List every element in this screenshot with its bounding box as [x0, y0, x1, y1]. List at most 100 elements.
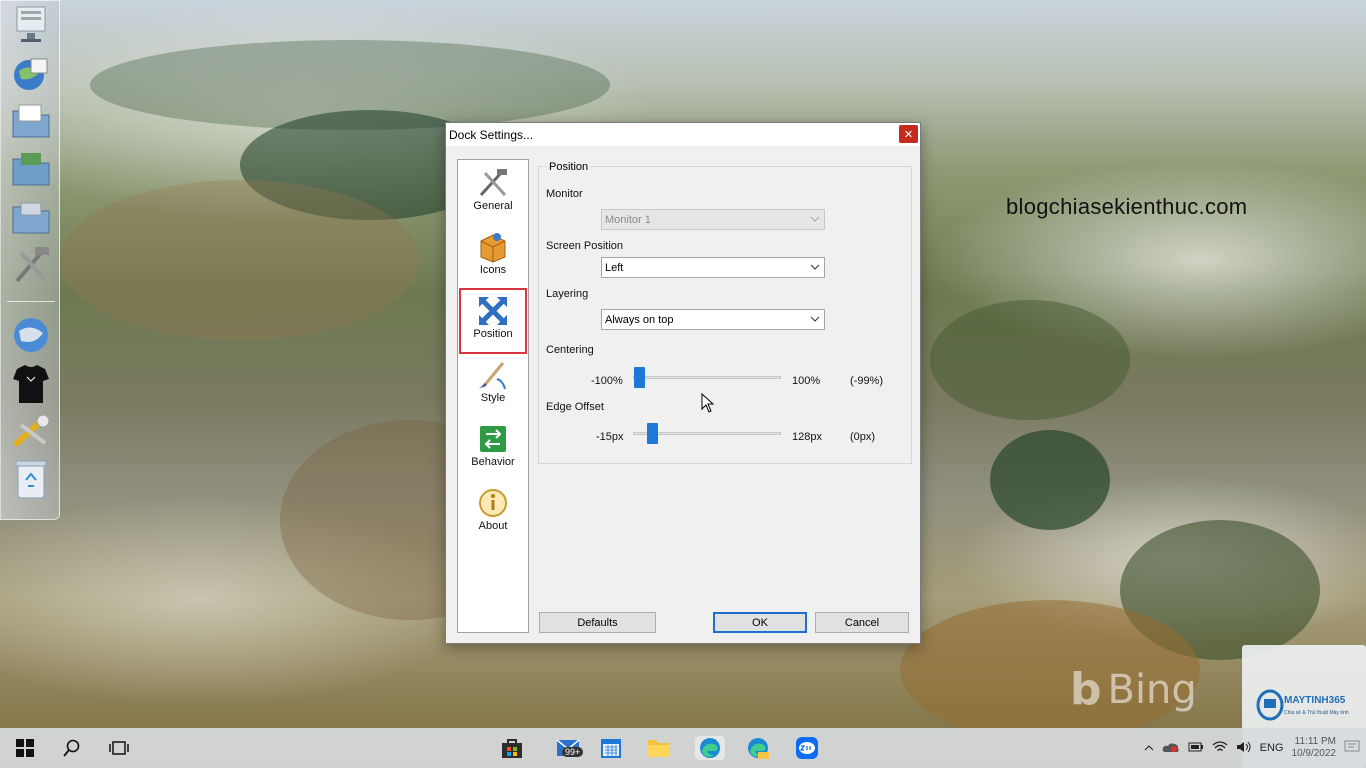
defaults-button[interactable]: Defaults — [539, 612, 656, 633]
clock-date: 10/9/2022 — [1291, 748, 1337, 759]
task-view-icon — [109, 741, 129, 755]
layering-label: Layering — [546, 288, 589, 300]
screen-position-value: Left — [605, 261, 624, 274]
dialog-titlebar[interactable]: Dock Settings... ✕ — [446, 123, 920, 146]
screen-position-label: Screen Position — [546, 240, 624, 252]
task-view-button[interactable] — [106, 736, 132, 760]
edge-offset-current: (0px) — [850, 431, 876, 443]
centering-slider-thumb[interactable] — [633, 367, 645, 388]
bing-logo: b Bing — [1070, 664, 1197, 715]
nav-label: About — [478, 520, 508, 532]
maytinh365-logo: MAYTINH365 Chia sẻ & Thủ thuật Máy tính — [1256, 689, 1349, 721]
folder-icon[interactable] — [9, 99, 53, 143]
centering-max: 100% — [792, 375, 821, 387]
bing-b-icon: b — [1070, 664, 1102, 715]
cancel-button[interactable]: Cancel — [815, 612, 909, 633]
settings-tools-icon[interactable] — [9, 409, 53, 453]
logo-brand-text: MAYTINH365 — [1284, 695, 1346, 706]
edge-canary-button[interactable] — [745, 736, 771, 760]
zalo-button[interactable] — [794, 736, 820, 760]
computer-icon[interactable] — [9, 3, 53, 47]
edge-offset-max: 128px — [792, 431, 822, 443]
dock-separator — [7, 301, 55, 302]
edge-offset-min: -15px — [596, 431, 624, 443]
clock[interactable]: 11:11 PM 10/9/2022 — [1292, 736, 1337, 760]
edge-canary-icon — [748, 738, 769, 759]
zalo-icon — [796, 737, 818, 759]
wifi-icon[interactable] — [1212, 740, 1228, 756]
chevron-up-icon[interactable] — [1144, 742, 1154, 754]
tshirt-icon[interactable] — [9, 361, 53, 405]
store-button[interactable] — [499, 736, 525, 760]
network-globe-icon[interactable] — [9, 51, 53, 95]
clock-time: 11:11 PM — [1294, 736, 1336, 747]
taskbar: 99+ ENG 11:11 PM 10/9/2022 — [0, 728, 1366, 768]
centering-current: (-99%) — [850, 375, 884, 387]
edge-icon — [700, 738, 720, 758]
close-button[interactable]: ✕ — [899, 125, 918, 143]
info-icon — [477, 486, 509, 520]
nav-item-icons[interactable]: Icons — [461, 226, 525, 288]
nav-item-behavior[interactable]: Behavior — [461, 418, 525, 480]
layering-select[interactable]: Always on top — [601, 309, 825, 330]
monitor-label: Monitor — [546, 188, 583, 200]
bing-wordmark: Bing — [1107, 666, 1197, 713]
nav-label: Icons — [479, 264, 507, 276]
group-title: Position — [546, 161, 592, 173]
box-icon — [477, 230, 509, 264]
nav-item-about[interactable]: About — [461, 482, 525, 544]
centering-label: Centering — [546, 344, 594, 356]
chevron-down-icon — [809, 213, 821, 225]
centering-slider-track[interactable] — [633, 376, 781, 379]
monitor-select[interactable]: Monitor 1 — [601, 209, 825, 230]
search-icon — [63, 739, 80, 757]
notification-icon[interactable] — [1344, 740, 1360, 757]
monitor-value: Monitor 1 — [605, 213, 651, 226]
ok-button[interactable]: OK — [713, 612, 807, 633]
dialog-title: Dock Settings... — [449, 127, 534, 142]
edge-offset-slider-thumb[interactable] — [647, 423, 659, 444]
onedrive-icon[interactable] — [1162, 741, 1180, 756]
edge-offset-label: Edge Offset — [546, 401, 604, 413]
language-indicator[interactable]: ENG — [1260, 742, 1284, 754]
calendar-button[interactable] — [598, 736, 624, 760]
file-explorer-button[interactable] — [646, 736, 672, 760]
search-button[interactable] — [59, 736, 85, 760]
edge-button[interactable] — [695, 736, 725, 760]
nav-item-style[interactable]: Style — [461, 354, 525, 416]
nav-label: Behavior — [471, 456, 515, 468]
start-button[interactable] — [12, 736, 38, 760]
chevron-down-icon — [809, 313, 821, 325]
dock-settings-dialog: Dock Settings... ✕ General Icons Positio… — [445, 122, 921, 644]
chevron-down-icon — [809, 261, 821, 273]
calendar-icon — [601, 739, 621, 758]
tools-icon[interactable] — [9, 243, 53, 287]
nav-label: Position — [473, 328, 513, 340]
dock — [0, 0, 60, 520]
nav-label: General — [473, 200, 513, 212]
nav-item-position[interactable]: Position — [459, 288, 527, 354]
volume-icon[interactable] — [1236, 741, 1252, 756]
windows-icon — [16, 739, 34, 757]
nav-label: Style — [480, 392, 506, 404]
mail-badge: 99+ — [562, 747, 584, 757]
battery-icon[interactable] — [1188, 742, 1204, 755]
mouse-cursor-icon — [701, 393, 715, 413]
folder-icon[interactable] — [9, 195, 53, 239]
nav-item-general[interactable]: General — [461, 162, 525, 224]
store-icon — [502, 739, 522, 758]
brush-icon — [477, 358, 509, 392]
tools-icon — [477, 166, 509, 200]
watermark-text: blogchiasekienthuc.com — [1006, 194, 1248, 219]
screen-position-select[interactable]: Left — [601, 257, 825, 278]
recycle-bin-icon[interactable] — [9, 457, 53, 501]
behavior-icon — [477, 422, 509, 456]
internet-globe-icon[interactable] — [9, 313, 53, 357]
folder-icon[interactable] — [9, 147, 53, 191]
close-icon: ✕ — [903, 128, 914, 141]
settings-nav: General Icons Position Style Behavior Ab… — [457, 159, 529, 633]
layering-value: Always on top — [605, 313, 674, 326]
mail-button[interactable]: 99+ — [550, 736, 586, 760]
system-tray: ENG 11:11 PM 10/9/2022 — [1144, 728, 1366, 768]
logo-tagline-text: Chia sẻ & Thủ thuật Máy tính — [1284, 709, 1349, 716]
